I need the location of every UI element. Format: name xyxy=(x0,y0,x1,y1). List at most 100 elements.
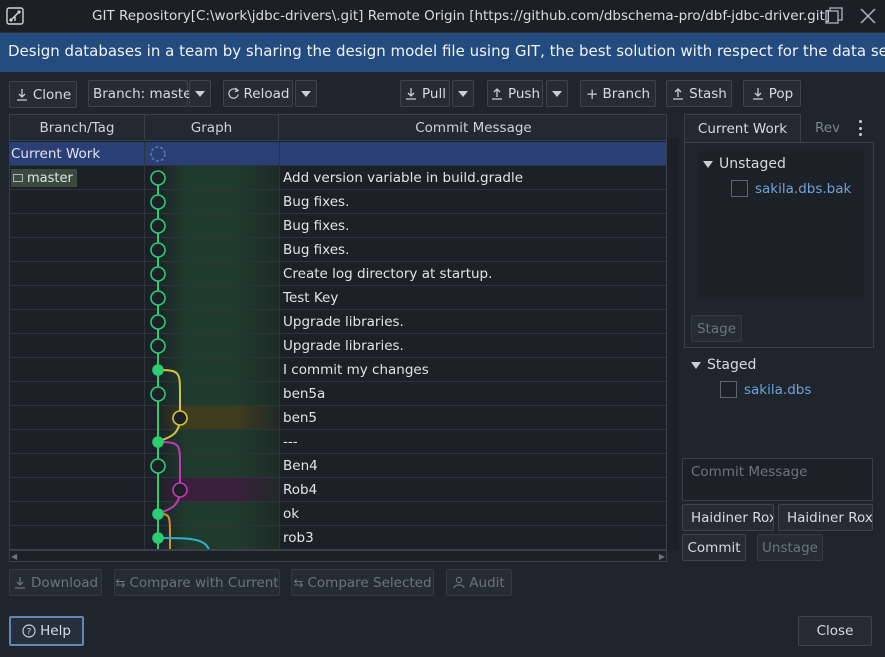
commit-table[interactable]: Branch/Tag Graph Commit Message Current … xyxy=(9,114,667,550)
graph-node[interactable] xyxy=(172,482,188,498)
table-row[interactable]: I commit my changes xyxy=(10,358,666,382)
table-row[interactable]: --- xyxy=(10,430,666,454)
branch-select[interactable]: Branch: master xyxy=(88,80,197,107)
right-panel: Current Work Rev Unstaged sakila.dbs.bak… xyxy=(681,114,874,564)
stage-button[interactable]: Stage xyxy=(691,315,742,342)
graph-node[interactable] xyxy=(150,290,166,306)
help-icon: ? xyxy=(22,624,36,638)
branch-button[interactable]: + Branch xyxy=(580,80,656,107)
graph-node[interactable] xyxy=(150,458,166,474)
table-row[interactable]: ben5a xyxy=(10,382,666,406)
push-dropdown-button[interactable] xyxy=(546,80,568,107)
graph-lane-yellow xyxy=(157,369,181,443)
commit-message-input[interactable]: Commit Message xyxy=(682,458,873,501)
pop-label: Pop xyxy=(768,85,794,102)
commit-message-cell: ok xyxy=(279,502,666,526)
graph-node[interactable] xyxy=(150,314,166,330)
graph-node[interactable] xyxy=(172,410,188,426)
commit-message-cell xyxy=(279,142,666,166)
staged-header[interactable]: Staged xyxy=(691,357,756,373)
graph-node[interactable] xyxy=(152,364,164,376)
graph-node[interactable] xyxy=(150,170,166,186)
reload-button[interactable]: Reload xyxy=(223,80,293,107)
unstaged-header[interactable]: Unstaged xyxy=(703,156,786,172)
unstage-button[interactable]: Unstage xyxy=(757,534,823,561)
staged-file[interactable]: sakila.dbs xyxy=(744,382,811,398)
compare-icon: ⇆ xyxy=(293,575,304,590)
maximize-icon[interactable] xyxy=(824,6,844,26)
scroll-left-icon[interactable]: ◀ xyxy=(11,552,17,561)
compare-selected-button[interactable]: ⇆ Compare Selected xyxy=(291,569,434,596)
branch-cell xyxy=(10,478,145,502)
graph-node[interactable] xyxy=(150,218,166,234)
vertical-scrollbar[interactable] xyxy=(667,138,679,550)
graph-node[interactable] xyxy=(150,194,166,210)
pull-dropdown-button[interactable] xyxy=(452,80,474,107)
table-row[interactable]: Rob4 xyxy=(10,478,666,502)
table-row[interactable]: Upgrade libraries. xyxy=(10,334,666,358)
commit-message-cell: Ben4 xyxy=(279,454,666,478)
graph-node[interactable] xyxy=(150,266,166,282)
window-title: GIT Repository[C:\work\jdbc-drivers\.git… xyxy=(92,8,831,24)
commit-message-cell: rob3 xyxy=(279,526,666,549)
clone-button[interactable]: Clone xyxy=(9,81,77,108)
branch-dropdown-button[interactable] xyxy=(189,80,211,107)
unstaged-file-checkbox[interactable] xyxy=(731,180,748,197)
tab-revision[interactable]: Rev xyxy=(815,114,839,142)
graph-node[interactable] xyxy=(152,508,164,520)
table-row[interactable]: ok xyxy=(10,502,666,526)
table-row[interactable]: Bug fixes. xyxy=(10,238,666,262)
commit-message-cell: Rob4 xyxy=(279,478,666,502)
staged-file-checkbox[interactable] xyxy=(720,381,737,398)
pull-button[interactable]: Pull xyxy=(400,80,450,107)
graph-node[interactable] xyxy=(150,386,166,402)
download-button[interactable]: Download xyxy=(9,569,102,596)
author-email-field[interactable]: Haidiner Roxa xyxy=(778,504,873,531)
svg-text:?: ? xyxy=(27,628,32,638)
commit-button[interactable]: Commit xyxy=(682,534,746,561)
compare-icon: ⇆ xyxy=(115,575,126,590)
table-row[interactable]: Bug fixes. xyxy=(10,214,666,238)
compare-with-current-button[interactable]: ⇆ Compare with Current xyxy=(114,569,280,596)
author-name-field[interactable]: Haidiner Roxa xyxy=(682,504,774,531)
scroll-right-icon[interactable]: ▶ xyxy=(659,552,665,561)
table-row[interactable]: Test Key xyxy=(10,286,666,310)
table-row[interactable]: Ben4 xyxy=(10,454,666,478)
chevron-down-icon xyxy=(458,90,468,97)
table-row[interactable]: master Add version variable in build.grad… xyxy=(10,166,666,190)
close-icon[interactable] xyxy=(858,6,878,26)
table-row[interactable]: Create log directory at startup. xyxy=(10,262,666,286)
table-row[interactable]: rob3 xyxy=(10,526,666,549)
graph-node[interactable] xyxy=(150,242,166,258)
graph-node-current-work[interactable] xyxy=(150,146,166,162)
pop-button[interactable]: Pop xyxy=(743,80,801,107)
stash-label: Stash xyxy=(689,85,727,102)
reload-dropdown-button[interactable] xyxy=(295,80,317,107)
unstaged-file[interactable]: sakila.dbs.bak xyxy=(755,181,851,197)
branch-tag[interactable]: master xyxy=(11,169,77,187)
more-vertical-icon[interactable] xyxy=(857,120,863,136)
table-row[interactable]: Bug fixes. xyxy=(10,190,666,214)
column-header-message[interactable]: Commit Message xyxy=(279,115,666,141)
graph-node[interactable] xyxy=(152,532,164,544)
close-button[interactable]: Close xyxy=(798,616,872,646)
branch-cell xyxy=(10,382,145,406)
commit-graph xyxy=(150,146,210,549)
stash-button[interactable]: Stash xyxy=(666,80,732,107)
table-row[interactable]: ben5 xyxy=(10,406,666,430)
push-label: Push xyxy=(507,85,541,102)
column-header-branch[interactable]: Branch/Tag xyxy=(10,115,145,141)
current-work-row[interactable]: Current Work xyxy=(10,142,666,166)
audit-button[interactable]: Audit xyxy=(446,569,512,596)
help-button[interactable]: ? Help xyxy=(9,616,84,646)
unstaged-list[interactable] xyxy=(698,151,864,299)
branch-cell xyxy=(10,358,145,382)
column-header-graph[interactable]: Graph xyxy=(145,115,279,141)
graph-node[interactable] xyxy=(152,436,164,448)
horizontal-scrollbar[interactable]: ◀ ▶ xyxy=(9,550,667,562)
table-row[interactable]: Upgrade libraries. xyxy=(10,310,666,334)
push-button[interactable]: Push xyxy=(487,80,543,107)
download-icon xyxy=(14,576,25,589)
tab-current-work[interactable]: Current Work xyxy=(684,114,801,142)
graph-node[interactable] xyxy=(150,338,166,354)
